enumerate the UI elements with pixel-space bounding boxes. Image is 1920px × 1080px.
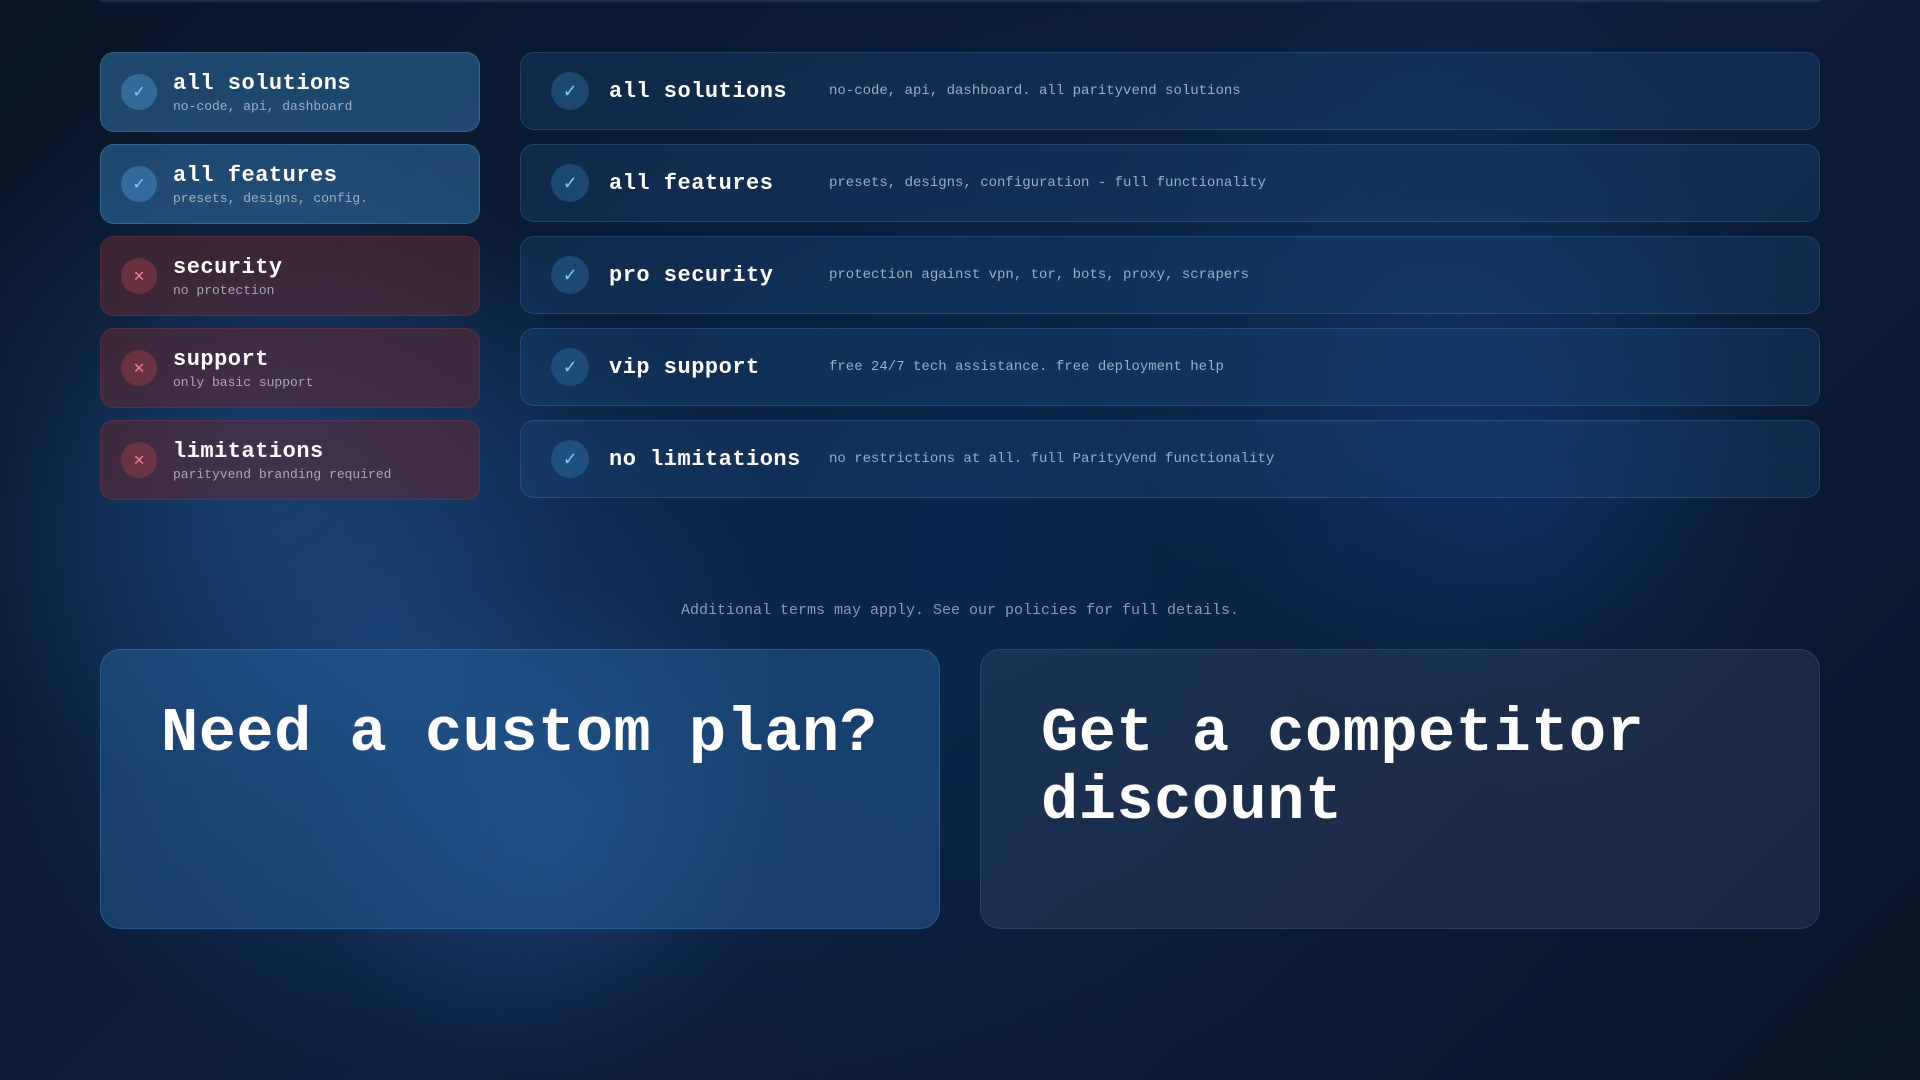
left-text-security: security no protection [173, 255, 283, 298]
x-icon-limitations [121, 442, 157, 478]
right-desc-support: free 24/7 tech assistance. free deployme… [829, 359, 1224, 375]
left-title-support: support [173, 347, 313, 372]
x-icon-support [121, 350, 157, 386]
left-text-solutions: all solutions no-code, api, dashboard [173, 71, 352, 114]
competitor-discount-title: Get a competitor discount [1041, 700, 1759, 836]
left-title-security: security [173, 255, 283, 280]
right-title-support: vip support [609, 355, 809, 380]
check-icon-right-solutions [551, 72, 589, 110]
left-text-features: all features presets, designs, config. [173, 163, 368, 206]
left-subtitle-support: only basic support [173, 375, 313, 390]
check-icon-right-features [551, 164, 589, 202]
left-item-support: support only basic support [100, 328, 480, 408]
left-title-limitations: limitations [173, 439, 391, 464]
left-item-all-solutions: all solutions no-code, api, dashboard [100, 52, 480, 132]
left-subtitle-limitations: parityvend branding required [173, 467, 391, 482]
left-subtitle-features: presets, designs, config. [173, 191, 368, 206]
right-desc-solutions: no-code, api, dashboard. all parityvend … [829, 83, 1241, 99]
additional-terms: Additional terms may apply. See our poli… [0, 582, 1920, 619]
custom-plan-card[interactable]: Need a custom plan? [100, 649, 940, 929]
additional-terms-text: Additional terms may apply. See our poli… [681, 602, 1239, 619]
left-text-limitations: limitations parityvend branding required [173, 439, 391, 482]
right-title-solutions: all solutions [609, 79, 809, 104]
right-title-limitations: no limitations [609, 447, 809, 472]
left-subtitle-solutions: no-code, api, dashboard [173, 99, 352, 114]
left-text-support: support only basic support [173, 347, 313, 390]
check-icon-right-security [551, 256, 589, 294]
bottom-cards: Need a custom plan? Get a competitor dis… [0, 619, 1920, 929]
check-icon-right-support [551, 348, 589, 386]
left-title-solutions: all solutions [173, 71, 352, 96]
right-item-pro-security: pro security protection against vpn, tor… [520, 236, 1820, 314]
right-title-security: pro security [609, 263, 809, 288]
right-title-features: all features [609, 171, 809, 196]
left-title-features: all features [173, 163, 368, 188]
x-icon-security [121, 258, 157, 294]
check-icon-solutions [121, 74, 157, 110]
right-desc-security: protection against vpn, tor, bots, proxy… [829, 267, 1249, 283]
right-panel: all solutions no-code, api, dashboard. a… [520, 42, 1820, 582]
check-icon-right-limitations [551, 440, 589, 478]
competitor-discount-card[interactable]: Get a competitor discount [980, 649, 1820, 929]
right-item-all-solutions: all solutions no-code, api, dashboard. a… [520, 52, 1820, 130]
left-subtitle-security: no protection [173, 283, 283, 298]
right-item-vip-support: vip support free 24/7 tech assistance. f… [520, 328, 1820, 406]
top-divider [100, 0, 1820, 2]
right-item-no-limitations: no limitations no restrictions at all. f… [520, 420, 1820, 498]
check-icon-features [121, 166, 157, 202]
left-item-all-features: all features presets, designs, config. [100, 144, 480, 224]
right-item-all-features: all features presets, designs, configura… [520, 144, 1820, 222]
custom-plan-title: Need a custom plan? [161, 700, 879, 768]
right-desc-features: presets, designs, configuration - full f… [829, 175, 1266, 191]
left-item-security: security no protection [100, 236, 480, 316]
left-item-limitations: limitations parityvend branding required [100, 420, 480, 500]
right-desc-limitations: no restrictions at all. full ParityVend … [829, 451, 1274, 467]
left-panel: all solutions no-code, api, dashboard al… [100, 42, 480, 582]
main-content: all solutions no-code, api, dashboard al… [0, 22, 1920, 582]
